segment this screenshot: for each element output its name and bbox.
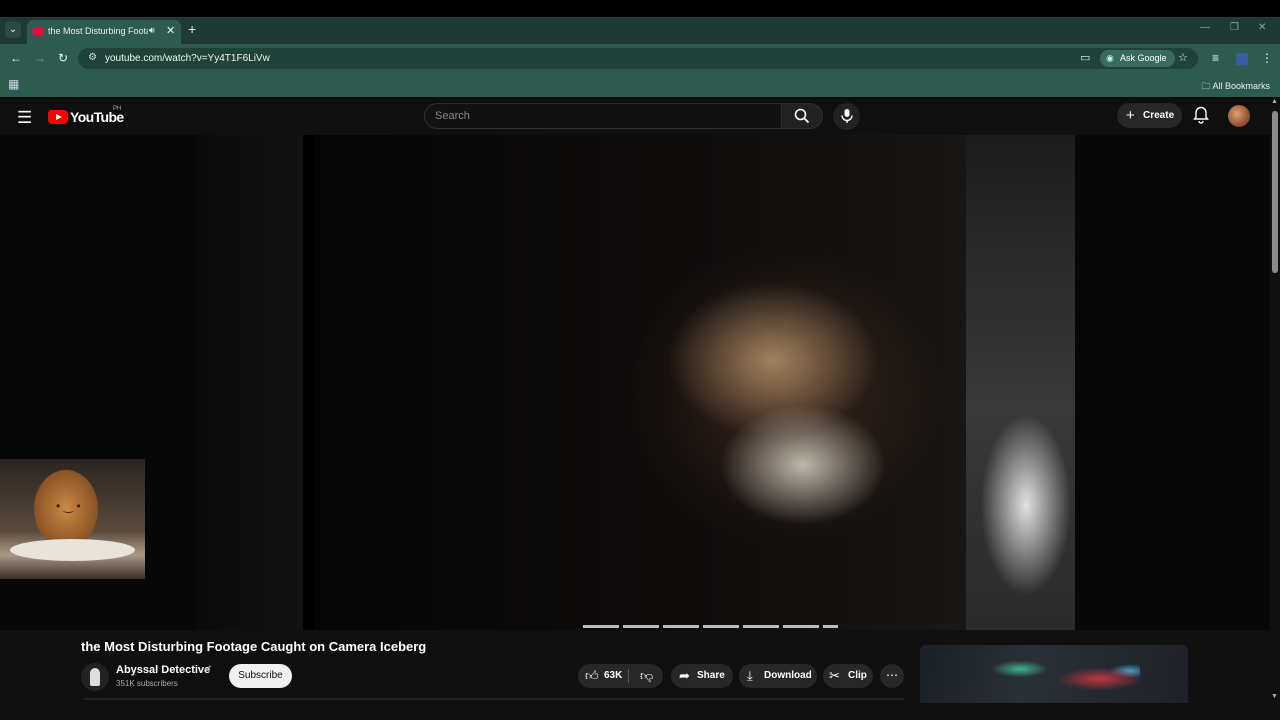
dislike-icon[interactable]: 👎︎	[640, 664, 653, 688]
mini-face: • ‿ •	[56, 499, 81, 513]
download-icon: ⤓	[747, 668, 753, 683]
browser-toolbar: ← → ↻ ⚙ youtube.com/watch?v=Yy4T1F6LiVw …	[0, 44, 1280, 73]
mic-icon	[840, 109, 853, 123]
video-frame-left	[195, 135, 303, 630]
download-label: Download	[764, 670, 812, 681]
video-title: the Most Disturbing Footage Caught on Ca…	[81, 639, 427, 654]
youtube-favicon-icon	[33, 28, 43, 35]
verified-icon: ✔︎	[204, 664, 213, 675]
scrollbar-thumb[interactable]	[1272, 111, 1278, 273]
folder-icon: 🗀︎	[1201, 81, 1213, 91]
share-icon: ➦	[679, 668, 690, 683]
channel-avatar[interactable]	[81, 663, 109, 691]
menu-icon[interactable]: ⋮	[1261, 51, 1273, 65]
clip-label: Clip	[848, 670, 867, 681]
more-icon[interactable]: ⋯	[880, 664, 904, 688]
search-button[interactable]	[781, 103, 823, 129]
channel-name[interactable]: Abyssal Detective	[116, 664, 210, 676]
window-close-icon[interactable]: ✕	[1258, 22, 1266, 33]
download-button[interactable]: ⤓ Download	[739, 664, 817, 688]
mini-plate	[10, 539, 135, 561]
browser-tab-strip: ⌄ the Most Disturbing Footage Caught on …	[0, 17, 1280, 44]
screen-top-bar	[0, 0, 1280, 17]
video-frame-edge	[303, 135, 315, 630]
back-icon[interactable]: ←	[10, 51, 22, 65]
thumbnail-art	[980, 659, 1140, 693]
reload-icon[interactable]: ↻	[58, 51, 68, 65]
scroll-down-arrow-icon[interactable]: ▼	[1271, 693, 1278, 700]
share-button[interactable]: ➦ Share	[671, 664, 733, 688]
extensions-icon[interactable]: ≡	[1212, 51, 1219, 65]
like-count[interactable]: 63K	[604, 664, 622, 688]
subscriber-count: 351K subscribers	[116, 679, 178, 688]
like-dislike-group: 👍︎ 63K 👎︎	[578, 664, 663, 688]
channel-avatar-figure	[90, 668, 100, 686]
search-placeholder: Search	[435, 110, 470, 122]
tab-title: the Most Disturbing Footage Caught on Ca…	[48, 26, 148, 36]
minimize-icon[interactable]: —	[1200, 22, 1210, 33]
tab-search-icon[interactable]: ⌄	[5, 22, 21, 38]
share-label: Share	[697, 670, 725, 681]
youtube-play-icon	[48, 110, 68, 124]
like-icon[interactable]: 👍︎	[585, 664, 599, 688]
youtube-page: ☰ YouTube PH Search + Create • ‿ • the M…	[0, 97, 1280, 720]
new-tab-icon[interactable]: +	[188, 21, 196, 37]
video-frame-main	[303, 135, 966, 630]
scroll-up-arrow-icon[interactable]: ▲	[1271, 98, 1278, 105]
google-lens-icon: ◉	[1106, 53, 1114, 63]
subscribe-button[interactable]: Subscribe	[229, 664, 292, 688]
create-label: Create	[1143, 110, 1175, 121]
account-avatar[interactable]	[1228, 105, 1250, 127]
site-info-icon[interactable]: ⚙	[88, 52, 97, 63]
cast-icon[interactable]: ▭	[1080, 51, 1090, 64]
bell-icon	[1193, 106, 1209, 124]
like-divider	[628, 669, 629, 683]
restore-icon[interactable]: ❐	[1230, 22, 1239, 33]
search-input[interactable]: Search	[424, 103, 782, 129]
mini-player-thumbnail[interactable]: • ‿ •	[0, 459, 145, 579]
create-button[interactable]: + Create	[1117, 103, 1182, 128]
star-icon[interactable]: ☆	[1178, 51, 1188, 64]
browser-tab-active[interactable]: the Most Disturbing Footage Caught on Ca…	[27, 20, 181, 44]
country-code: PH	[113, 106, 122, 112]
voice-search-button[interactable]	[833, 103, 860, 130]
page-scrollbar[interactable]: ▲ ▼	[1270, 97, 1280, 720]
apps-icon[interactable]: ▦	[8, 77, 19, 91]
hamburger-icon[interactable]: ☰	[17, 108, 32, 128]
search-icon	[794, 108, 810, 124]
ask-google-button[interactable]: ◉ Ask Google	[1100, 50, 1175, 67]
all-bookmarks-button[interactable]: 🗀︎ All Bookmarks	[1201, 79, 1270, 95]
ask-google-label: Ask Google	[1120, 53, 1167, 63]
address-bar[interactable]: ⚙ youtube.com/watch?v=Yy4T1F6LiVw ▭ ◉ As…	[78, 48, 1198, 69]
audio-icon[interactable]: 🔊︎	[149, 25, 155, 36]
description-box-edge	[84, 698, 904, 700]
recommended-video-thumbnail[interactable]	[920, 645, 1188, 703]
video-progress-dashes	[583, 625, 838, 628]
clip-button[interactable]: ✂ Clip	[823, 664, 873, 688]
video-player[interactable]	[0, 135, 1270, 630]
forward-icon[interactable]: →	[34, 51, 46, 65]
url-text[interactable]: youtube.com/watch?v=Yy4T1F6LiVw	[105, 53, 270, 64]
bookmarks-bar: ▦ 🗀︎ All Bookmarks	[0, 73, 1280, 97]
all-bookmarks-label: All Bookmarks	[1212, 81, 1270, 91]
plus-icon: +	[1126, 107, 1135, 124]
notifications-button[interactable]	[1193, 106, 1209, 129]
close-icon[interactable]: ✕	[166, 24, 175, 37]
clip-icon: ✂	[829, 668, 840, 683]
video-frame-right	[966, 135, 1075, 630]
profile-icon[interactable]	[1236, 53, 1248, 65]
